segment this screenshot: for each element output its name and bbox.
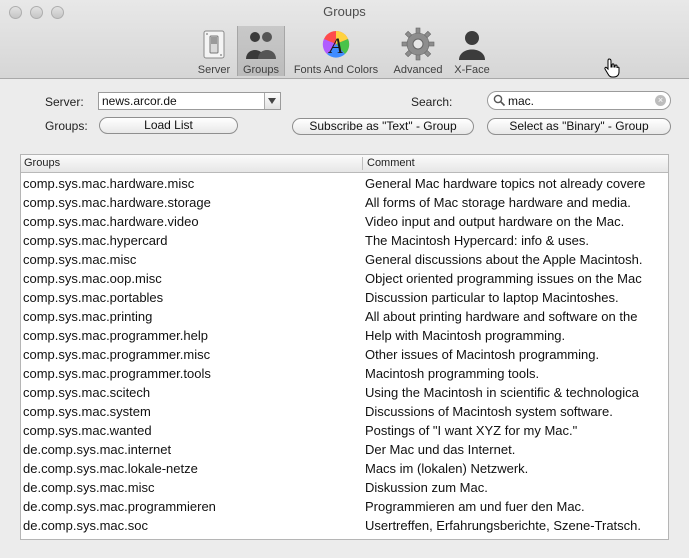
group-comment-cell: Macintosh programming tools. <box>365 366 540 381</box>
preferences-toolbar: Server Groups A Fonts And Colors Advance… <box>0 26 689 78</box>
group-name-cell: comp.sys.mac.hardware.storage <box>23 195 211 210</box>
table-row[interactable]: de.comp.sys.mac.soc Usertreffen, Erfahrun… <box>21 515 668 534</box>
window-toolbar-area: Groups Server Groups A Fonts And Colors … <box>0 0 689 79</box>
switch-icon <box>203 30 225 59</box>
group-comment-cell: Usertreffen, Erfahrungsberichte, Szene-T… <box>365 518 642 533</box>
group-name-cell: comp.sys.mac.portables <box>23 290 164 305</box>
table-header: Groups Comment <box>21 155 668 173</box>
group-name-cell: comp.sys.mac.misc <box>23 252 137 267</box>
groups-label: Groups: <box>45 119 88 133</box>
table-row[interactable]: de.comp.sys.mac.internet Der Mac und das … <box>21 439 668 458</box>
toolbar-item-advanced[interactable]: Advanced <box>390 26 446 76</box>
table-row[interactable]: comp.sys.mac.programmer.misc Other issues… <box>21 344 668 363</box>
table-row[interactable]: de.comp.sys.mac.lokale-netze Macs im (lok… <box>21 458 668 477</box>
server-combo-box[interactable]: news.arcor.de <box>98 92 281 110</box>
table-row[interactable]: comp.sys.mac.programmer.help Help with Ma… <box>21 325 668 344</box>
preferences-window: Groups Server Groups A Fonts And Colors … <box>0 0 689 558</box>
toolbar-label: Fonts And Colors <box>293 64 379 76</box>
group-comment-cell: The Macintosh Hypercard: info & uses. <box>365 233 589 248</box>
load-list-button[interactable]: Load List <box>99 117 238 134</box>
group-name-cell: comp.sys.mac.oop.misc <box>23 271 162 286</box>
group-comment-cell: Video input and output hardware on the M… <box>365 214 625 229</box>
table-row[interactable]: comp.sys.mac.hardware.storage All forms o… <box>21 192 668 211</box>
hand-cursor-icon <box>604 58 620 78</box>
group-comment-cell: Discussion particular to laptop Macintos… <box>365 290 619 305</box>
group-name-cell: comp.sys.mac.programmer.misc <box>23 347 211 362</box>
group-comment-cell: All about printing hardware and software… <box>365 309 638 324</box>
group-comment-cell: Programmieren am und fuer den Mac. <box>365 499 585 514</box>
group-comment-cell: All forms of Mac storage hardware and me… <box>365 195 631 210</box>
server-value: news.arcor.de <box>102 94 177 108</box>
group-comment-cell: General Mac hardware topics not already … <box>365 176 646 191</box>
group-name-cell: de.comp.sys.mac.lokale-netze <box>23 461 198 476</box>
window-title: Groups <box>323 4 366 19</box>
search-field[interactable]: × <box>487 91 671 110</box>
group-name-cell: de.comp.sys.mac.soc <box>23 518 148 533</box>
table-row[interactable]: comp.sys.mac.hypercard The Macintosh Hype… <box>21 230 668 249</box>
column-header-comment[interactable]: Comment <box>367 157 415 169</box>
group-name-cell: comp.sys.mac.system <box>23 404 151 419</box>
svg-text:A: A <box>327 33 343 58</box>
toolbar-item-server[interactable]: Server <box>196 26 232 76</box>
group-name-cell: comp.sys.mac.scitech <box>23 385 151 400</box>
toolbar-item-fonts-and-colors[interactable]: A Fonts And Colors <box>288 26 384 76</box>
table-row[interactable]: comp.sys.mac.printing All about printing … <box>21 306 668 325</box>
group-name-cell: comp.sys.mac.wanted <box>23 423 152 438</box>
group-comment-cell: Diskussion zum Mac. <box>365 480 488 495</box>
group-comment-cell: Help with Macintosh programming. <box>365 328 566 343</box>
group-name-cell: comp.sys.mac.programmer.help <box>23 328 208 343</box>
group-name-cell: comp.sys.mac.hypercard <box>23 233 168 248</box>
table-row[interactable]: de.comp.sys.mac.misc Diskussion zum Mac. <box>21 477 668 496</box>
dropdown-arrow-icon[interactable] <box>264 93 280 109</box>
table-row[interactable]: comp.sys.mac.oop.misc Object oriented pro… <box>21 268 668 287</box>
toolbar-label: Server <box>197 64 231 76</box>
server-label: Server: <box>45 95 84 109</box>
group-name-cell: de.comp.sys.mac.programmieren <box>23 499 216 514</box>
group-name-cell: comp.sys.mac.hardware.video <box>23 214 199 229</box>
group-name-cell: comp.sys.mac.printing <box>23 309 153 324</box>
table-row[interactable]: comp.sys.mac.system Discussions of Macint… <box>21 401 668 420</box>
toolbar-label: Groups <box>242 64 280 76</box>
toolbar-item-x-face[interactable]: X-Face <box>450 26 494 76</box>
group-comment-cell: Object oriented programming issues on th… <box>365 271 642 286</box>
group-comment-cell: Other issues of Macintosh programming. <box>365 347 600 362</box>
group-name-cell: de.comp.sys.mac.misc <box>23 480 155 495</box>
group-name-cell: comp.sys.mac.hardware.misc <box>23 176 195 191</box>
table-row[interactable]: comp.sys.mac.misc General discussions abo… <box>21 249 668 268</box>
group-name-cell: de.comp.sys.mac.internet <box>23 442 172 457</box>
table-row[interactable]: comp.sys.mac.hardware.video Video input a… <box>21 211 668 230</box>
people-icon <box>246 32 276 59</box>
subscribe-text-group-button[interactable]: Subscribe as "Text" - Group <box>292 118 474 135</box>
search-label: Search: <box>411 95 453 109</box>
font-color-icon: A <box>322 31 350 58</box>
table-row[interactable]: comp.sys.mac.wanted Postings of "I want X… <box>21 420 668 439</box>
search-input[interactable] <box>508 93 648 108</box>
face-silhouette-icon <box>459 31 485 60</box>
group-name-cell: comp.sys.mac.programmer.tools <box>23 366 211 381</box>
table-row[interactable]: comp.sys.mac.hardware.misc General Mac ha… <box>21 173 668 192</box>
toolbar-item-groups[interactable]: Groups <box>237 26 285 76</box>
clear-search-icon[interactable]: × <box>655 95 666 106</box>
group-comment-cell: Postings of "I want XYZ for my Mac." <box>365 423 578 438</box>
table-body: comp.sys.mac.hardware.misc General Mac ha… <box>21 173 668 534</box>
select-binary-group-button[interactable]: Select as "Binary" - Group <box>487 118 671 135</box>
table-row[interactable]: de.comp.sys.mac.programmieren Programmier… <box>21 496 668 515</box>
toolbar-label: Advanced <box>393 64 443 76</box>
table-row[interactable]: comp.sys.mac.programmer.tools Macintosh p… <box>21 363 668 382</box>
table-row[interactable]: comp.sys.mac.portables Discussion particu… <box>21 287 668 306</box>
column-header-groups[interactable]: Groups <box>24 157 60 169</box>
group-comment-cell: General discussions about the Apple Maci… <box>365 252 643 267</box>
group-comment-cell: Macs im (lokalen) Netzwerk. <box>365 461 529 476</box>
magnifier-icon <box>493 94 506 107</box>
gear-icon <box>401 27 435 61</box>
table-row[interactable]: comp.sys.mac.scitech Using the Macintosh … <box>21 382 668 401</box>
column-divider[interactable] <box>362 157 363 170</box>
toolbar-label: X-Face <box>454 64 490 76</box>
groups-table[interactable]: Groups Comment comp.sys.mac.hardware.mis… <box>20 154 669 540</box>
group-comment-cell: Discussions of Macintosh system software… <box>365 404 613 419</box>
group-comment-cell: Using the Macintosh in scientific & tech… <box>365 385 639 400</box>
group-comment-cell: Der Mac und das Internet. <box>365 442 516 457</box>
